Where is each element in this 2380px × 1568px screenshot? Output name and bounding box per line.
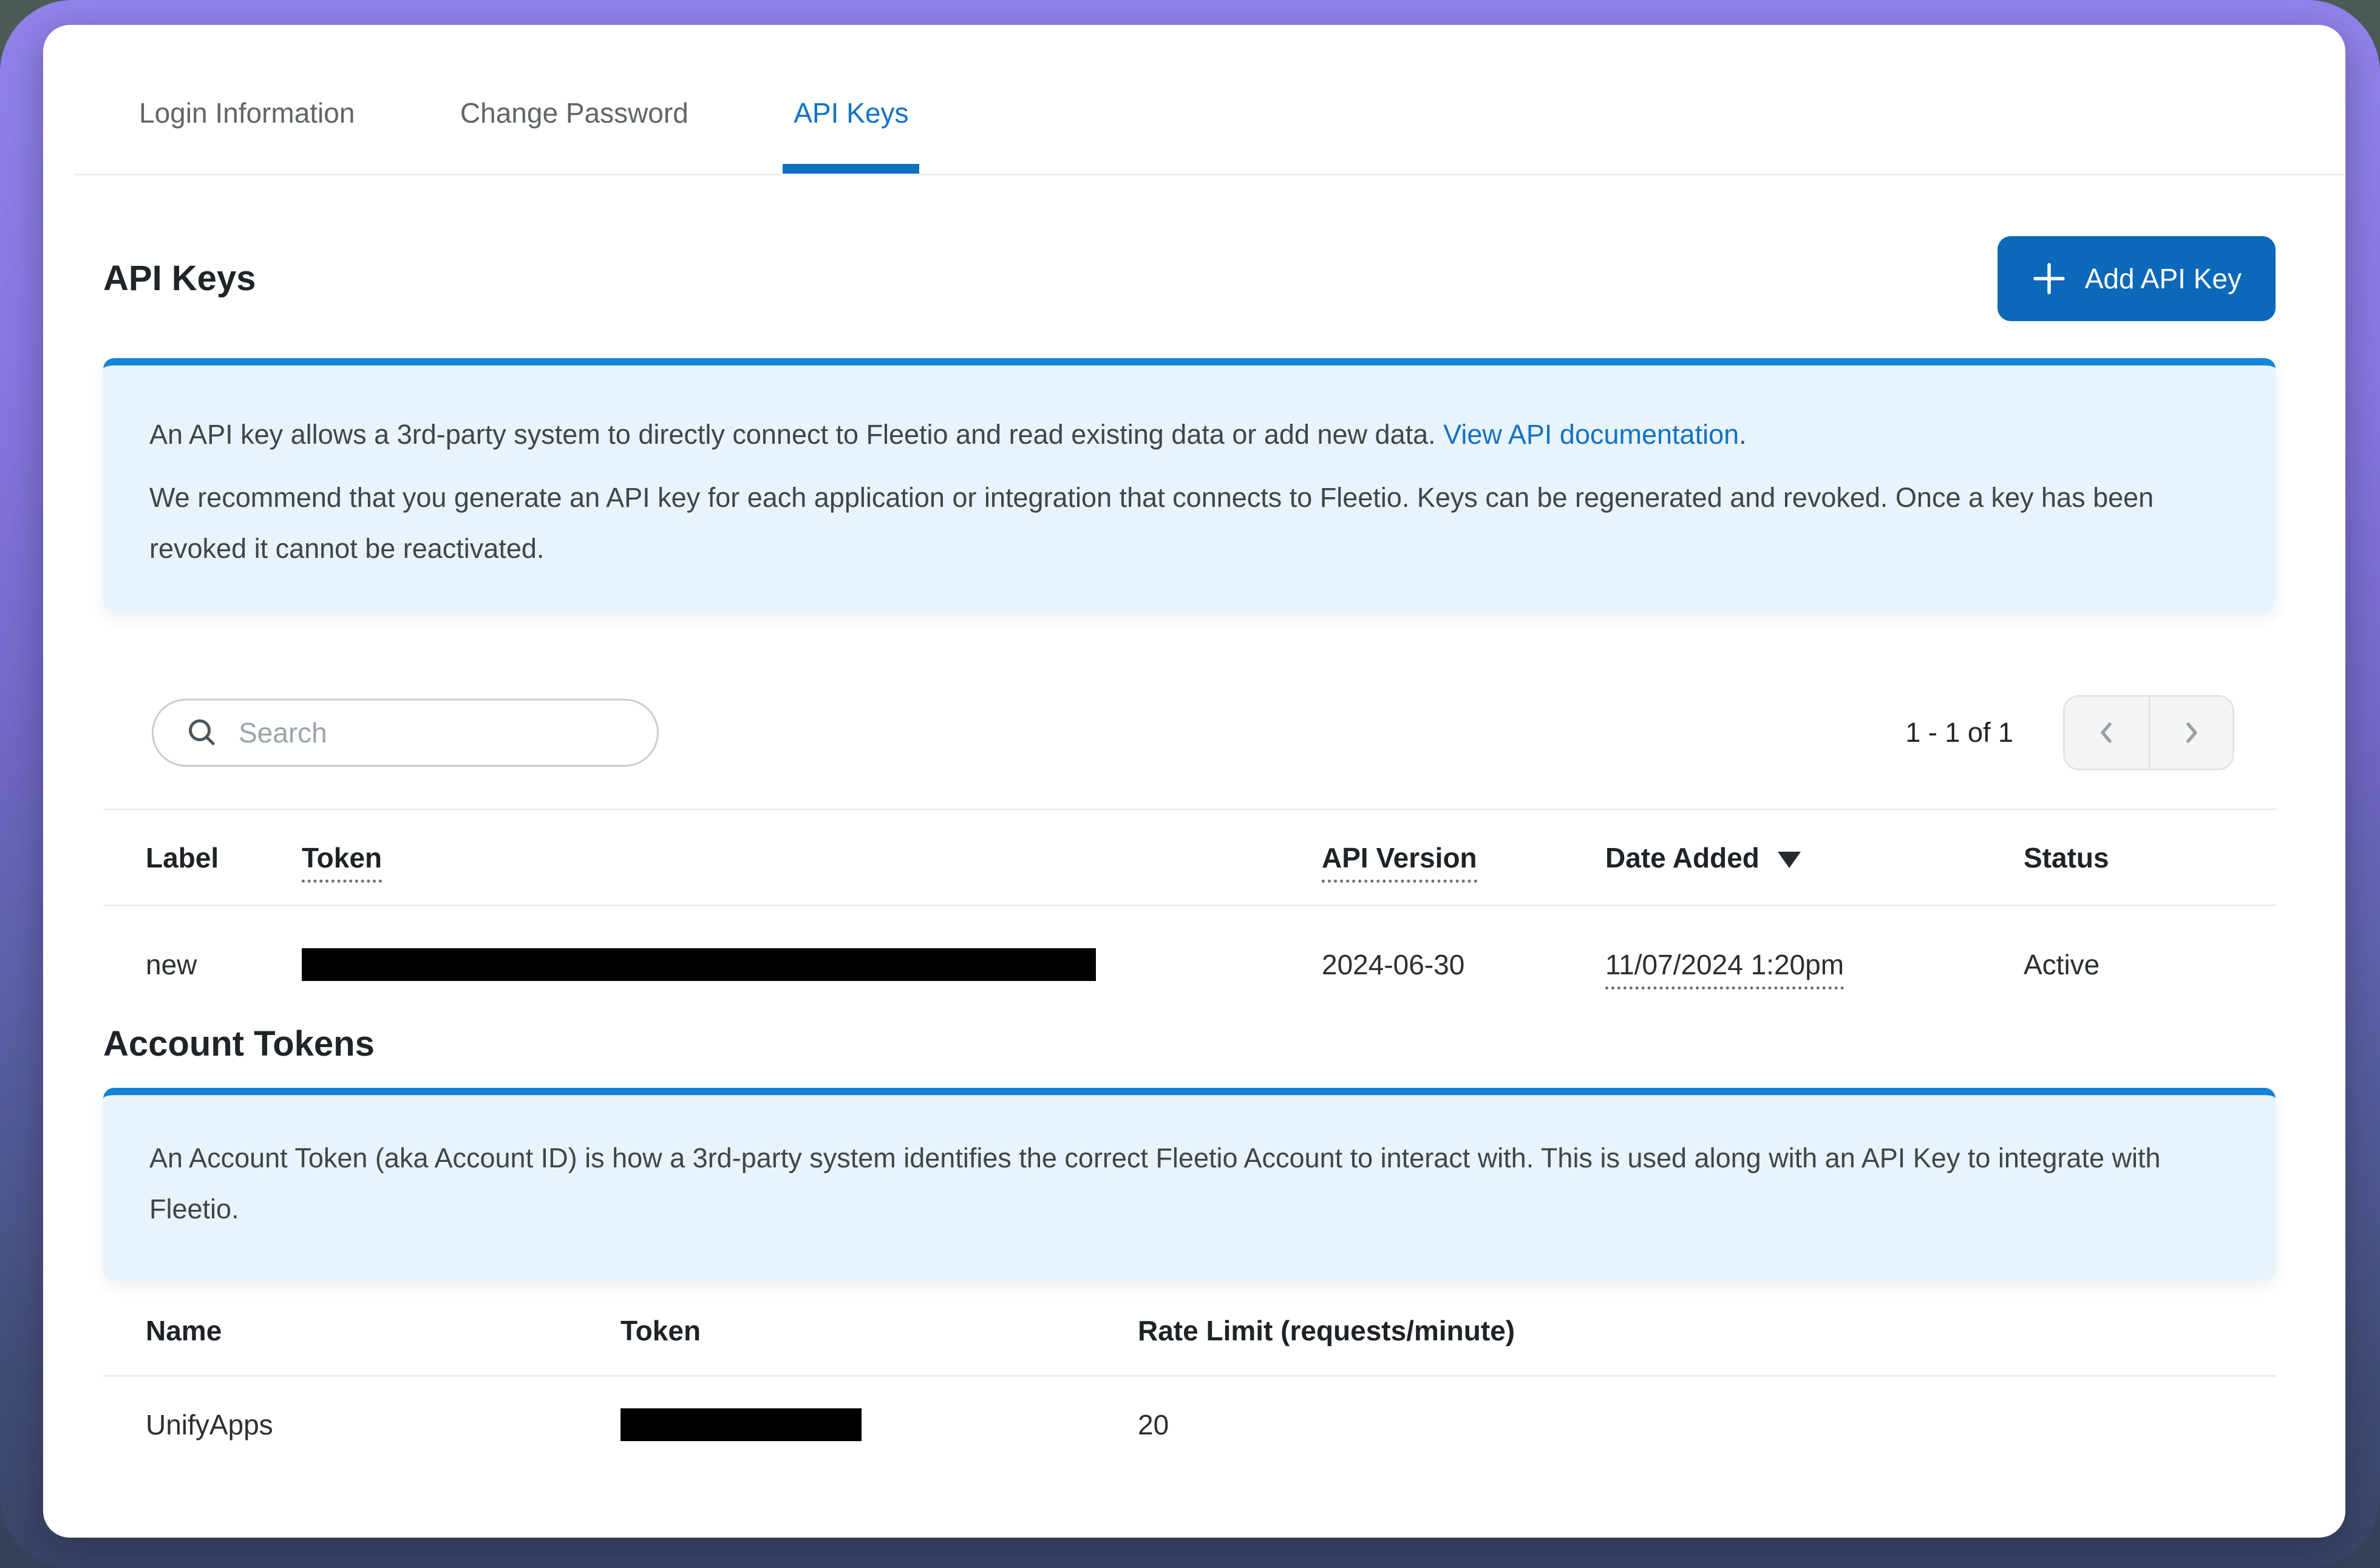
pagination: 1 - 1 of 1 (1905, 695, 2234, 770)
view-api-documentation-link[interactable]: View API documentation (1443, 419, 1739, 450)
api-key-status-cell: Active (2024, 948, 2276, 981)
pagination-range-text: 1 - 1 of 1 (1905, 717, 2013, 748)
column-header-account-token: Token (620, 1314, 1138, 1347)
previous-page-button[interactable] (2065, 697, 2149, 769)
sort-desc-icon (1778, 852, 1801, 868)
pagination-buttons (2063, 695, 2234, 770)
api-keys-section-header: API Keys Add API Key (103, 236, 2276, 321)
api-key-date-added-cell[interactable]: 11/07/2024 1:20pm (1605, 948, 2024, 981)
api-key-token-cell (302, 948, 1322, 981)
api-keys-info-line-1: An API key allows a 3rd-party system to … (149, 409, 2229, 460)
column-header-status: Status (2024, 841, 2276, 874)
column-header-api-version[interactable]: API Version (1322, 841, 1605, 874)
column-header-date-added[interactable]: Date Added (1605, 841, 2024, 874)
account-tokens-table-header: Name Token Rate Limit (requests/minute) (103, 1286, 2276, 1377)
account-token-name-cell: UnifyApps (146, 1408, 620, 1441)
next-page-button[interactable] (2149, 697, 2232, 769)
chevron-left-icon (2093, 719, 2120, 746)
api-key-version-cell: 2024-06-30 (1322, 948, 1605, 981)
column-header-rate-limit: Rate Limit (requests/minute) (1138, 1314, 2276, 1347)
chevron-right-icon (2178, 719, 2205, 746)
tab-bar: Login Information Change Password API Ke… (75, 25, 2345, 175)
column-header-date-added-text: Date Added (1605, 841, 1759, 874)
redacted-token-bar (302, 948, 1096, 981)
tab-api-keys[interactable]: API Keys (783, 95, 919, 174)
account-tokens-title: Account Tokens (103, 1023, 2276, 1065)
api-keys-info-text: An API key allows a 3rd-party system to … (149, 419, 1443, 450)
api-keys-title: API Keys (103, 257, 256, 300)
column-header-api-version-text: API Version (1322, 842, 1477, 883)
api-keys-info-callout: An API key allows a 3rd-party system to … (103, 358, 2276, 612)
plus-icon (2031, 261, 2067, 296)
column-header-token-text: Token (302, 842, 382, 883)
account-tokens-info-text: An Account Token (aka Account ID) is how… (149, 1133, 2229, 1235)
api-keys-info-text-suffix: . (1739, 419, 1747, 450)
account-token-rate-limit-cell: 20 (1138, 1408, 2276, 1441)
table-row: UnifyApps 20 (103, 1377, 2276, 1473)
account-token-token-cell (620, 1408, 1138, 1441)
api-keys-info-line-2: We recommend that you generate an API ke… (149, 472, 2229, 574)
settings-card: Login Information Change Password API Ke… (43, 25, 2345, 1538)
tab-login-information[interactable]: Login Information (128, 95, 365, 174)
search-icon (185, 716, 219, 750)
redacted-token-bar (620, 1408, 862, 1441)
table-row: new 2024-06-30 11/07/2024 1:20pm Active (103, 906, 2276, 1023)
search-input[interactable] (237, 714, 633, 752)
api-keys-toolbar: 1 - 1 of 1 (103, 695, 2276, 770)
tab-change-password[interactable]: Change Password (449, 95, 699, 174)
api-key-date-added-text: 11/07/2024 1:20pm (1605, 949, 1844, 989)
search-box[interactable] (152, 699, 659, 767)
add-api-key-button-label: Add API Key (2085, 262, 2242, 295)
add-api-key-button[interactable]: Add API Key (1997, 236, 2276, 321)
api-keys-table-header: Label Token API Version Date Added Statu… (103, 810, 2276, 906)
account-tokens-info-callout: An Account Token (aka Account ID) is how… (103, 1088, 2276, 1280)
column-header-token[interactable]: Token (302, 841, 1322, 874)
column-header-name: Name (146, 1314, 620, 1347)
column-header-label: Label (146, 841, 302, 874)
tab-panel-api-keys: API Keys Add API Key An API key allows a… (43, 236, 2345, 1473)
api-key-label-cell: new (146, 948, 302, 981)
